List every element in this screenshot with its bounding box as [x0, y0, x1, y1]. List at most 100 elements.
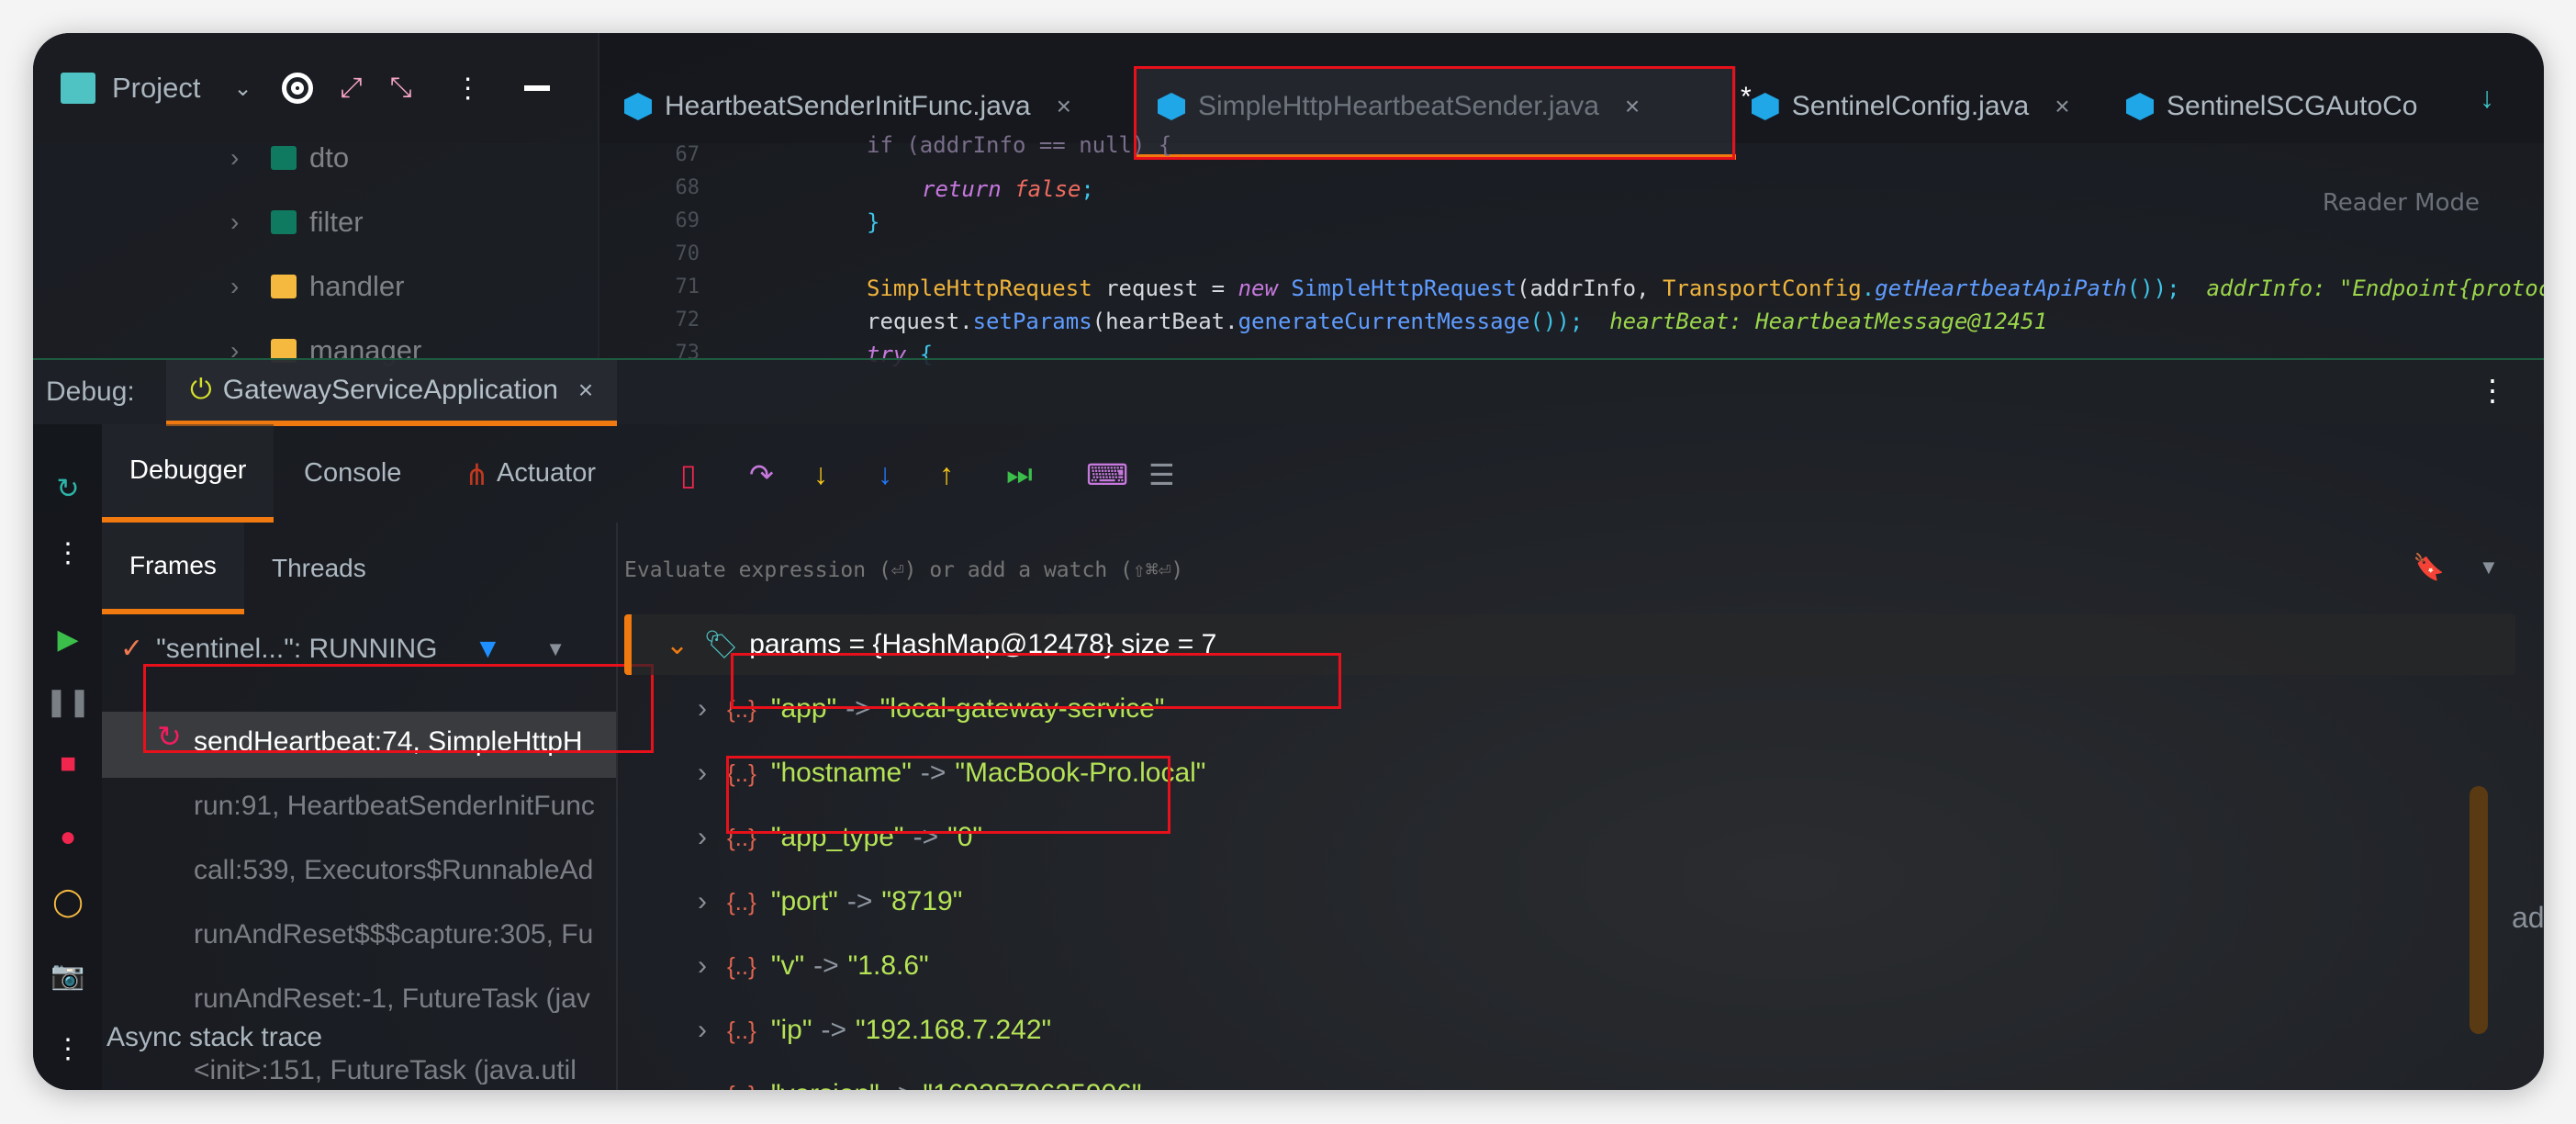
more-icon[interactable]: ⋮	[50, 534, 86, 571]
code-line-72: request.setParams(heartBeat.generateCurr…	[867, 309, 2047, 334]
folder-icon	[271, 275, 297, 298]
settings-list-icon[interactable]: ☰	[1148, 457, 1175, 492]
project-header: Project ⌄ ⤢ ⤡ ⋮	[61, 61, 550, 116]
tab-actuator[interactable]: Actuator	[469, 424, 623, 523]
tree-item-filter[interactable]: › filter	[230, 206, 364, 239]
more-options-icon[interactable]: ⋮	[2478, 373, 2507, 408]
add-watch-icon[interactable]: 🔖	[2413, 552, 2445, 582]
expand-all-icon[interactable]: ⤢	[341, 73, 363, 104]
resume-icon[interactable]: ▶	[50, 621, 86, 658]
line-number: 68	[675, 176, 700, 199]
scrollbar[interactable]	[2470, 786, 2488, 1034]
variable-entry[interactable]: › {..} "ip" -> "192.168.7.242"	[698, 1003, 1051, 1058]
run-to-cursor-icon[interactable]: ⏭	[1006, 457, 1033, 492]
truncated-text: ade	[2512, 901, 2544, 934]
variable-entry[interactable]: › {..} "port" -> "8719"	[698, 874, 962, 929]
map-entry-icon: {..}	[727, 951, 756, 980]
tab-debugger[interactable]: Debugger	[102, 424, 274, 523]
tree-item-dto[interactable]: › dto	[230, 141, 349, 174]
thread-selector[interactable]: ✓ "sentinel...": RUNNING ▼ ▼	[120, 633, 566, 665]
java-class-icon	[1751, 93, 1779, 120]
tab-sentinel-scg-auto-config[interactable]: SentinelSCGAutoCo	[2126, 79, 2475, 134]
chevron-right-icon[interactable]: ›	[698, 1015, 707, 1046]
collapse-all-icon[interactable]: ⤡	[390, 73, 412, 104]
entry-arrow: ->	[813, 950, 839, 981]
chevron-down-icon[interactable]: ⌄	[666, 629, 689, 661]
chevron-right-icon[interactable]: ›	[230, 272, 258, 301]
minimize-icon[interactable]	[523, 85, 550, 91]
rerun-icon[interactable]: ↻	[50, 470, 86, 507]
close-icon[interactable]: ×	[1057, 92, 1071, 121]
chevron-right-icon[interactable]: ›	[698, 822, 707, 853]
code-line-67: if (addrInfo == null) {	[867, 132, 1172, 158]
filter-icon[interactable]: ▼	[475, 634, 502, 665]
entry-value: "8719"	[881, 886, 963, 916]
tab-threads[interactable]: Threads	[244, 523, 394, 614]
chevron-right-icon[interactable]: ›	[698, 693, 707, 725]
mute-breakpoints-icon[interactable]: ◯	[50, 883, 86, 920]
variable-entry[interactable]: › {..} "v" -> "1.8.6"	[698, 939, 929, 994]
chevron-right-icon[interactable]: ›	[230, 143, 258, 173]
java-class-icon	[624, 93, 652, 120]
frame-item[interactable]: call:539, Executors$RunnableAd	[194, 855, 611, 886]
entry-value: "1692870635906"	[923, 1079, 1141, 1090]
highlight-box-frame	[143, 664, 654, 753]
watch-expression-input[interactable]	[624, 552, 2369, 589]
method: generateCurrentMessage	[1238, 309, 1530, 334]
entry-key: "ip"	[770, 1015, 812, 1045]
more-icon[interactable]: ⋮	[50, 1030, 86, 1067]
tab-sentinel-config[interactable]: * SentinelConfig.java ×	[1741, 79, 2070, 134]
step-out-icon[interactable]: ↑	[939, 457, 954, 491]
tab-frames[interactable]: Frames	[102, 523, 244, 614]
frame-item[interactable]: run:91, HeartbeatSenderInitFunc	[194, 791, 611, 822]
view-breakpoints-icon[interactable]: ●	[50, 819, 86, 856]
more-options-icon[interactable]: ⋮	[454, 73, 482, 105]
dropdown-icon[interactable]: ▼	[545, 637, 566, 661]
chevron-right-icon[interactable]: ›	[698, 1079, 707, 1090]
debug-session-tab[interactable]: ⏻ GatewayServiceApplication ×	[166, 360, 618, 426]
step-over-icon[interactable]: ↷	[749, 457, 774, 492]
async-stack-trace-label: Async stack trace	[106, 1022, 323, 1052]
entry-arrow: ->	[821, 1015, 846, 1045]
chevron-right-icon[interactable]: ›	[698, 758, 707, 789]
code-line-69: }	[867, 209, 880, 235]
chevron-right-icon[interactable]: ›	[698, 886, 707, 917]
force-step-into-icon[interactable]: ↓	[878, 457, 892, 491]
locate-target-icon[interactable]	[281, 73, 313, 104]
package-folder-icon	[271, 210, 297, 234]
debugger-tabs: Debugger Console ⋔ Actuator ▯ ↷ ↓ ↓ ↑ ⏭ …	[102, 424, 2544, 523]
line-number: 69	[675, 209, 700, 232]
punct: ());	[1529, 309, 1584, 334]
chevron-down-icon[interactable]: ⌄	[233, 75, 252, 102]
map-entry-icon: {..}	[725, 1079, 758, 1091]
frame-item[interactable]: runAndReset:-1, FutureTask (jav	[194, 984, 611, 1015]
frame-item[interactable]: <init>:151, FutureTask (java.util	[194, 1055, 611, 1086]
dropdown-icon[interactable]: ▼	[2479, 556, 2499, 579]
code: (heartBeat.	[1092, 309, 1238, 334]
keyword: return	[922, 176, 1002, 202]
close-icon[interactable]: ×	[578, 376, 593, 405]
step-into-icon[interactable]: ↓	[813, 457, 828, 491]
variable-entry[interactable]: › {..} "version" -> "1692870635906"	[698, 1067, 1142, 1090]
project-title[interactable]: Project	[112, 72, 200, 105]
inline-debug-hint: heartBeat: HeartbeatMessage@12451	[1609, 309, 2048, 334]
pause-icon[interactable]: ❚❚	[45, 683, 91, 720]
close-icon[interactable]: ×	[2055, 92, 2069, 121]
tab-console[interactable]: Console	[276, 424, 429, 523]
reader-mode-button[interactable]: Reader Mode	[2323, 189, 2480, 217]
tree-item-label: dto	[309, 141, 350, 174]
stop-icon[interactable]: ■	[50, 746, 86, 782]
entry-key: "version"	[771, 1079, 879, 1090]
evaluate-expression-icon[interactable]: ⌨	[1086, 457, 1128, 492]
line-number: 72	[675, 309, 700, 332]
chevron-right-icon[interactable]: ›	[698, 950, 707, 982]
tree-item-handler[interactable]: › handler	[230, 270, 404, 303]
camera-icon[interactable]: 📷	[50, 957, 86, 994]
frame-item[interactable]: runAndReset$$$capture:305, Fu	[194, 919, 611, 950]
chevron-right-icon[interactable]: ›	[230, 208, 258, 237]
tabs-overflow-down-icon[interactable]: ↓	[2480, 81, 2494, 115]
code-editor[interactable]: 67 68 69 70 71 72 73 if (addrInfo == nul…	[624, 132, 2545, 391]
tab-heartbeat-sender-init-func[interactable]: HeartbeatSenderInitFunc.java ×	[624, 79, 1071, 134]
restore-layout-icon[interactable]: ▯	[680, 457, 697, 492]
session-name: GatewayServiceApplication	[222, 375, 558, 405]
